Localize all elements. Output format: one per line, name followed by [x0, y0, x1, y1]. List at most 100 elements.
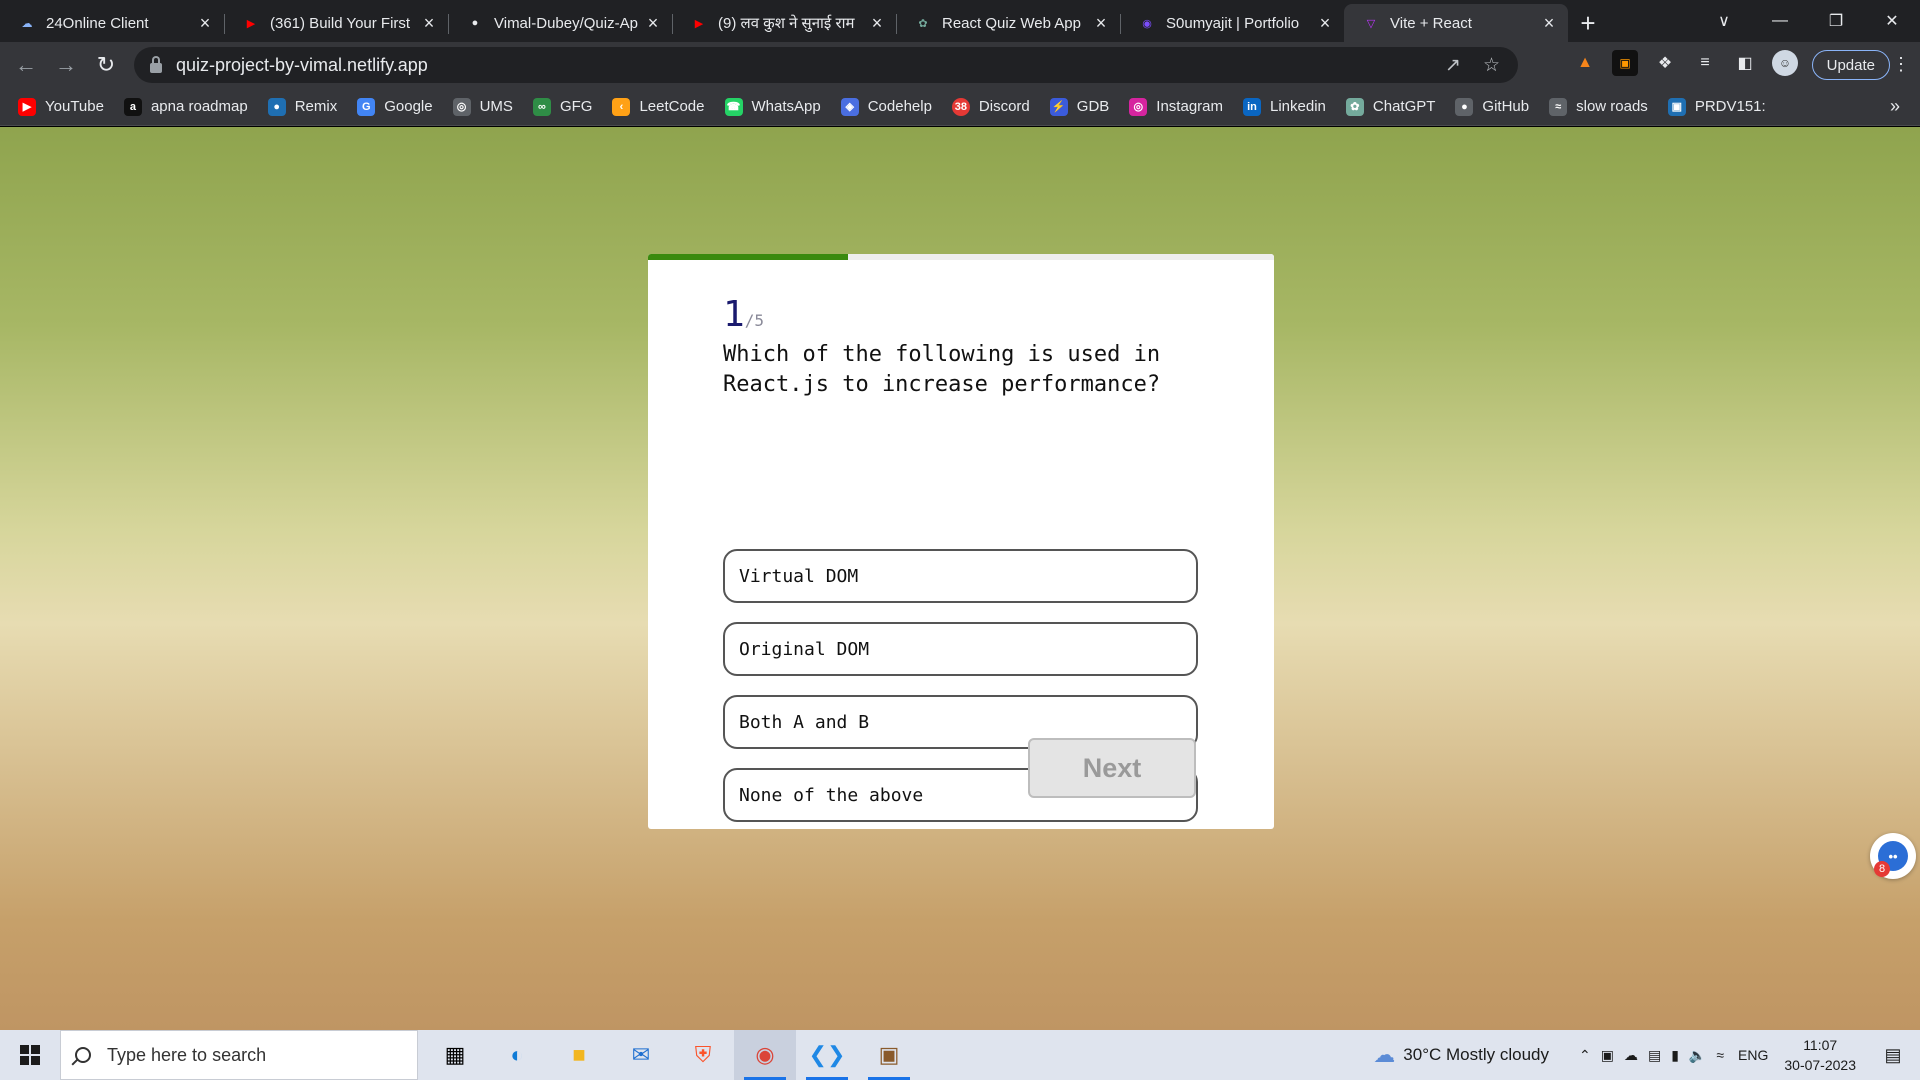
- bookmark-item[interactable]: ◈ Codehelp: [840, 97, 932, 116]
- edge-icon[interactable]: ◐: [486, 1030, 548, 1080]
- page-viewport: 1/5 Which of the following is used in Re…: [0, 127, 1920, 1030]
- browser-tab[interactable]: ✿ React Quiz Web App ×: [896, 4, 1120, 42]
- weather-text: 30°C Mostly cloudy: [1403, 1045, 1549, 1064]
- new-tab-plus-icon[interactable]: +: [1568, 4, 1608, 42]
- gdb-icon: ⚡: [1049, 97, 1068, 116]
- bookmark-label: WhatsApp: [751, 98, 821, 115]
- address-bar[interactable]: quiz-project-by-vimal.netlify.app ↗ ☆: [134, 47, 1518, 83]
- forward-arrow-icon[interactable]: →: [46, 52, 86, 78]
- app-package-icon[interactable]: ▣: [858, 1030, 920, 1080]
- bookmark-label: ChatGPT: [1372, 98, 1436, 115]
- update-button[interactable]: Update: [1811, 50, 1890, 80]
- close-icon[interactable]: ×: [196, 13, 214, 34]
- bookmark-item[interactable]: a apna roadmap: [123, 97, 248, 116]
- bookmark-item[interactable]: ≈ slow roads: [1549, 97, 1648, 116]
- close-icon[interactable]: ×: [1540, 13, 1558, 34]
- discord-icon: 38: [951, 97, 970, 116]
- bookmark-star-icon[interactable]: ☆: [1483, 54, 1500, 77]
- answer-option-a[interactable]: Virtual DOM: [723, 549, 1198, 603]
- notification-center-icon[interactable]: ▤: [1876, 1040, 1910, 1070]
- browser-tab[interactable]: ☁ 24Online Client ×: [0, 4, 224, 42]
- answer-option-b[interactable]: Original DOM: [723, 622, 1198, 676]
- question-counter: 1/5: [723, 294, 764, 335]
- close-icon[interactable]: ×: [1316, 13, 1334, 34]
- globe-icon: ◎: [452, 97, 471, 116]
- bookmark-item[interactable]: ☎ WhatsApp: [724, 97, 821, 116]
- task-view-icon[interactable]: ▦: [424, 1030, 486, 1080]
- browser-tab[interactable]: ▶ (9) लव कुश ने सुनाई राम ×: [672, 4, 896, 42]
- bookmark-item[interactable]: ◎ Instagram: [1129, 97, 1223, 116]
- onedrive-icon[interactable]: ☁: [1624, 1047, 1638, 1064]
- leetcode-icon: ‹: [612, 97, 631, 116]
- meet-icon[interactable]: ▣: [1601, 1047, 1614, 1064]
- battery-icon[interactable]: ▮: [1671, 1047, 1679, 1064]
- github-icon: ●: [471, 17, 479, 29]
- quiz-progress-bar: [648, 254, 1274, 260]
- cloud-icon: ☁: [21, 17, 33, 30]
- restore-icon[interactable]: ❐: [1808, 11, 1864, 31]
- bookmark-label: YouTube: [45, 98, 104, 115]
- windows-taskbar: Type here to search ▦ ◐ ■ ✉ ⛨ ◉ ❮❯ ▣ ☁ 3…: [0, 1030, 1920, 1080]
- bookmark-item[interactable]: 38 Discord: [951, 97, 1030, 116]
- wifi-icon[interactable]: ≈: [1716, 1047, 1724, 1064]
- bookmark-item[interactable]: ▶ YouTube: [18, 97, 104, 116]
- bookmarks-bar: ▶ YouTube a apna roadmap ● Remix G Google ◎ UMS ∞ G…: [0, 88, 1920, 126]
- bookmark-item[interactable]: ‹ LeetCode: [612, 97, 705, 116]
- extension-icon[interactable]: ▣: [1612, 50, 1638, 76]
- bookmark-item[interactable]: ▣ PRDV151:: [1667, 97, 1766, 116]
- chevron-up-icon[interactable]: ⌃: [1579, 1047, 1591, 1064]
- share-icon[interactable]: ↗: [1445, 54, 1461, 77]
- browser-tab[interactable]: ▽ Vite + React ×: [1344, 4, 1568, 42]
- bookmark-item[interactable]: ● Remix: [267, 97, 337, 116]
- menu-kebab-icon[interactable]: ⋮: [1892, 54, 1910, 75]
- reload-icon[interactable]: ↻: [86, 52, 126, 78]
- side-panel-icon[interactable]: ◧: [1732, 50, 1758, 76]
- tab-title: S0umyajit | Portfolio: [1166, 14, 1300, 32]
- bookmark-item[interactable]: ⚡ GDB: [1049, 97, 1109, 116]
- window-close-icon[interactable]: ✕: [1864, 11, 1920, 31]
- weather-widget[interactable]: ☁ 30°C Mostly cloudy: [1373, 1042, 1549, 1068]
- start-button[interactable]: [0, 1030, 60, 1080]
- bookmark-item[interactable]: ✿ ChatGPT: [1345, 97, 1436, 116]
- minimize-icon[interactable]: —: [1752, 12, 1808, 30]
- puzzle-extensions-icon[interactable]: ❖: [1652, 50, 1678, 76]
- bookmark-item[interactable]: in Linkedin: [1243, 97, 1326, 116]
- close-icon[interactable]: ×: [644, 13, 662, 34]
- browser-tab[interactable]: ▶ (361) Build Your First I ×: [224, 4, 448, 42]
- volume-icon[interactable]: 🔈: [1689, 1047, 1706, 1064]
- file-explorer-icon[interactable]: ■: [548, 1030, 610, 1080]
- browser-tab[interactable]: ◉ S0umyajit | Portfolio ×: [1120, 4, 1344, 42]
- helper-widget-button[interactable]: •• 8: [1870, 833, 1916, 879]
- next-button[interactable]: Next: [1028, 738, 1196, 798]
- bookmark-item[interactable]: G Google: [357, 97, 433, 116]
- lock-icon[interactable]: [150, 55, 162, 73]
- tab-title: (9) लव कुश ने सुनाई राम: [718, 15, 855, 32]
- taskbar-search-box[interactable]: Type here to search: [60, 1030, 418, 1080]
- mail-icon[interactable]: ✉: [610, 1030, 672, 1080]
- vscode-icon[interactable]: ❮❯: [796, 1030, 858, 1080]
- profile-avatar-icon[interactable]: ☺: [1772, 50, 1798, 76]
- brave-icon[interactable]: ⛨: [672, 1030, 734, 1080]
- close-icon[interactable]: ×: [420, 13, 438, 34]
- display-icon[interactable]: ▤: [1648, 1047, 1661, 1064]
- back-arrow-icon[interactable]: ←: [6, 52, 46, 78]
- url-text[interactable]: quiz-project-by-vimal.netlify.app: [176, 55, 428, 76]
- bookmark-item[interactable]: ∞ GFG: [532, 97, 592, 116]
- language-indicator[interactable]: ENG: [1738, 1047, 1768, 1063]
- metamask-extension-icon[interactable]: ▲: [1572, 50, 1598, 76]
- bookmark-label: slow roads: [1576, 98, 1648, 115]
- bookmark-item[interactable]: ● GitHub: [1455, 97, 1529, 116]
- total-questions: /5: [744, 311, 764, 330]
- close-icon[interactable]: ×: [1092, 13, 1110, 34]
- tab-search-chevron-icon[interactable]: ∨: [1696, 11, 1752, 31]
- browser-tab[interactable]: ● Vimal-Dubey/Quiz-Ap ×: [448, 4, 672, 42]
- bookmark-item[interactable]: ◎ UMS: [452, 97, 513, 116]
- media-queue-icon[interactable]: ≡: [1692, 50, 1718, 76]
- close-icon[interactable]: ×: [868, 13, 886, 34]
- whatsapp-icon: ☎: [724, 97, 743, 116]
- chrome-icon[interactable]: ◉: [734, 1030, 796, 1080]
- instagram-icon: ◎: [1129, 97, 1148, 116]
- bookmarks-overflow-icon[interactable]: »: [1890, 96, 1900, 117]
- github-icon: ●: [1455, 97, 1474, 116]
- system-clock[interactable]: 11:07 30-07-2023: [1784, 1035, 1856, 1075]
